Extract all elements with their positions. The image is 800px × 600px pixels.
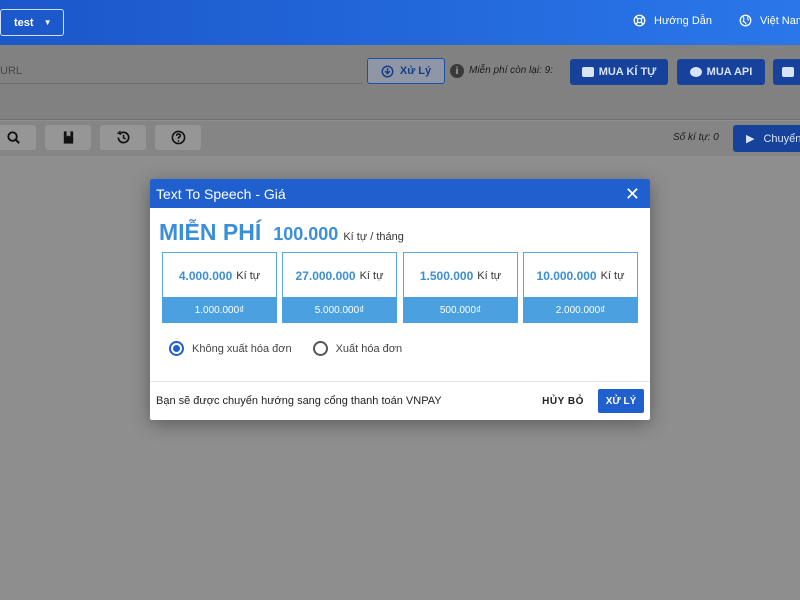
download-circle-icon (381, 64, 394, 78)
workspace-label: test (14, 16, 34, 29)
package-price: 1.000.000₫ (162, 297, 277, 323)
toolbar: Số kí tự: 0 ▶ Chuyển (0, 121, 800, 156)
package-price: 500.000₫ (403, 297, 518, 323)
package-card[interactable]: 4.000.000 Kí tự 1.000.000₫ (162, 252, 277, 323)
free-tier: MIỄN PHÍ 100.000 Kí tự / tháng (159, 219, 404, 246)
book-icon (63, 131, 73, 144)
divider (150, 381, 650, 382)
voucher-icon (782, 67, 794, 77)
lifebuoy-icon (633, 14, 646, 27)
free-amount: 100.000 (273, 224, 339, 244)
vnpay-note: Bạn sẽ được chuyển hướng sang cổng thanh… (156, 395, 442, 407)
guide-link[interactable]: Hướng Dẫn (633, 14, 712, 27)
free-unit: Kí tự / tháng (343, 231, 404, 243)
api-icon (689, 67, 702, 77)
help-icon (171, 130, 185, 145)
guide-label: Hướng Dẫn (654, 14, 712, 27)
no-invoice-radio[interactable]: Không xuất hóa đơn (169, 341, 292, 356)
buy-chars-label: MUA KÍ TỰ (598, 66, 657, 78)
package-card[interactable]: 10.000.000 Kí tự 2.000.000₫ (523, 252, 638, 323)
buy-api-button[interactable]: MUA API (677, 59, 765, 85)
package-list: 4.000.000 Kí tự 1.000.000₫ 27.000.000 Kí t… (162, 252, 638, 323)
top-bar: test ▼ Hướng Dẫn Việt Nam (0, 0, 800, 45)
package-unit: Kí tự (600, 269, 625, 282)
close-icon[interactable]: ✕ (625, 185, 640, 203)
search-replace-button[interactable] (0, 125, 36, 150)
language-label: Việt Nam (760, 14, 800, 27)
help-button[interactable] (155, 125, 201, 150)
convert-label: Chuyển (763, 132, 800, 145)
package-price: 2.000.000₫ (523, 297, 638, 323)
globe-icon (739, 14, 752, 27)
invoice-label: Xuất hóa đơn (335, 342, 403, 355)
search-icon (6, 131, 20, 144)
dictionary-button[interactable] (45, 125, 91, 150)
submit-button[interactable]: XỬ LÝ (598, 389, 644, 413)
char-count: Số kí tự: 0 (673, 132, 719, 143)
process-url-button[interactable]: Xử Lý (367, 58, 445, 84)
url-input[interactable]: URL (0, 58, 362, 84)
package-amount: 4.000.000 (178, 268, 233, 283)
invoice-radio[interactable]: Xuất hóa đơn (312, 341, 403, 356)
process-url-label: Xử Lý (399, 65, 432, 77)
cancel-button[interactable]: HỦY BỎ (538, 389, 588, 413)
pricing-dialog: Text To Speech - Giá ✕ MIỄN PHÍ 100.000 … (150, 179, 650, 420)
workspace-select[interactable]: test ▼ (0, 9, 64, 36)
convert-button[interactable]: ▶ Chuyển (733, 125, 800, 152)
package-price: 5.000.000₫ (282, 297, 397, 323)
package-card[interactable]: 1.500.000 Kí tự 500.000₫ (403, 252, 518, 323)
dialog-title: Text To Speech - Giá (156, 185, 286, 202)
radio-unselected-icon (312, 341, 328, 356)
buy-chars-button[interactable]: MUA KÍ TỰ (570, 59, 668, 85)
play-icon: ▶ (746, 133, 755, 145)
package-unit: Kí tự (236, 269, 261, 282)
package-card[interactable]: 27.000.000 Kí tự 5.000.000₫ (282, 252, 397, 323)
dialog-header: Text To Speech - Giá ✕ (150, 179, 650, 208)
package-amount: 1.500.000 (419, 268, 474, 283)
info-icon: i (450, 64, 464, 78)
buy-api-label: MUA API (706, 66, 753, 78)
chevron-down-icon: ▼ (43, 18, 52, 27)
history-icon (116, 130, 129, 144)
no-invoice-label: Không xuất hóa đơn (192, 342, 292, 355)
free-label: MIỄN PHÍ (159, 219, 262, 245)
package-amount: 27.000.000 (295, 268, 356, 283)
language-link[interactable]: Việt Nam (739, 14, 800, 27)
package-unit: Kí tự (359, 269, 384, 282)
package-unit: Kí tự (477, 269, 502, 282)
radio-selected-icon (169, 341, 184, 356)
cart-icon (581, 67, 594, 77)
voucher-button[interactable] (773, 59, 800, 85)
history-button[interactable] (100, 125, 146, 150)
package-amount: 10.000.000 (536, 268, 597, 283)
free-remaining-text: Miễn phí còn lại: 9: (469, 65, 553, 76)
invoice-options: Không xuất hóa đơn Xuất hóa đơn (169, 341, 402, 356)
